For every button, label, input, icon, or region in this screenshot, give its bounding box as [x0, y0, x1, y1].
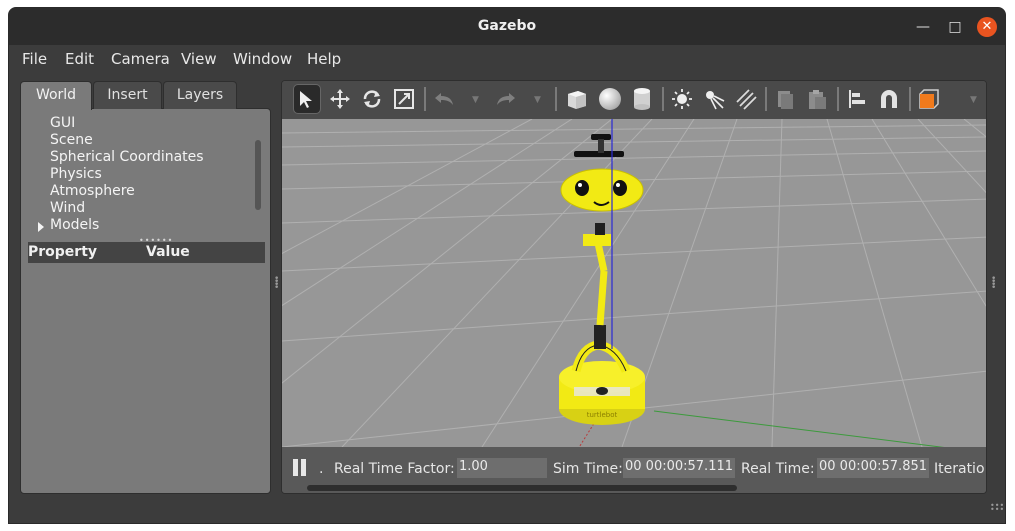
tree-scrollbar[interactable] [255, 140, 261, 210]
resize-grip-icon[interactable]: ••• ••• [990, 502, 1004, 514]
menu-edit[interactable]: Edit [65, 50, 94, 68]
pause-icon[interactable] [293, 459, 307, 476]
translate-icon[interactable] [326, 84, 354, 114]
window-title: Gazebo [477, 18, 537, 34]
left-panel: GUI Scene Spherical Coordinates Physics … [20, 80, 271, 494]
property-column-header: Property [28, 244, 98, 260]
expand-arrow-icon[interactable] [38, 222, 44, 232]
menu-file[interactable]: File [22, 50, 47, 68]
title-bar[interactable]: Gazebo — □ ✕ [9, 8, 1005, 45]
spot-light-icon[interactable] [700, 84, 728, 114]
close-button[interactable]: ✕ [977, 17, 997, 37]
menu-window[interactable]: Window [233, 50, 292, 68]
align-icon[interactable] [843, 84, 871, 114]
iterations-label: Iteratio [934, 461, 985, 477]
real-time-value: 00 00:00:57.851 [817, 458, 929, 478]
real-time-factor-label: Real Time Factor: [334, 461, 455, 477]
undo-dropdown-icon[interactable]: ▼ [472, 95, 479, 105]
minimize-button[interactable]: — [913, 17, 933, 37]
copy-icon[interactable] [771, 84, 799, 114]
menu-view[interactable]: View [181, 50, 217, 68]
sim-time-value: 00 00:00:57.111 [623, 458, 735, 478]
view-angle-dropdown-icon[interactable]: ▼ [970, 95, 977, 105]
scene-render: turtlebot [282, 119, 986, 447]
toolbar-separator [837, 87, 839, 111]
snap-icon[interactable] [875, 84, 903, 114]
3d-viewport[interactable]: turtlebot [282, 119, 986, 447]
sphere-icon[interactable] [596, 84, 624, 114]
tab-layers[interactable]: Layers [163, 81, 237, 109]
tab-insert[interactable]: Insert [93, 81, 162, 109]
world-tab-body: GUI Scene Spherical Coordinates Physics … [20, 108, 271, 494]
menu-help[interactable]: Help [307, 50, 341, 68]
real-time-label: Real Time: [741, 461, 815, 477]
step-dot: . [319, 461, 324, 477]
redo-icon[interactable] [492, 84, 520, 114]
point-light-icon[interactable] [668, 84, 696, 114]
toolbar-separator [424, 87, 426, 111]
rotate-icon[interactable] [358, 84, 386, 114]
toolbar-separator [555, 87, 557, 111]
left-splitter-grip[interactable]: • • • • [274, 275, 279, 293]
toolbar-separator [909, 87, 911, 111]
select-arrow-icon[interactable] [293, 84, 321, 114]
tree-item-models[interactable]: Models [50, 217, 99, 233]
value-column-header: Value [146, 244, 190, 260]
tree-item-physics[interactable]: Physics [50, 166, 102, 182]
tree-item-wind[interactable]: Wind [50, 200, 85, 216]
toolbar-separator [765, 87, 767, 111]
toolbar: ▼ ▼ ▼ [282, 81, 986, 119]
cylinder-icon[interactable] [628, 84, 656, 114]
maximize-button[interactable]: □ [945, 17, 965, 37]
tab-world[interactable]: World [20, 81, 92, 110]
gazebo-window: Gazebo — □ ✕ File Edit Camera View Windo… [8, 7, 1006, 524]
scale-icon[interactable] [390, 84, 418, 114]
status-bar: . Real Time Factor: 1.00 Sim Time: 00 00… [282, 447, 986, 493]
toolbar-separator [662, 87, 664, 111]
box-icon[interactable] [563, 84, 591, 114]
property-header: Property Value [28, 242, 265, 263]
status-scrollbar[interactable] [307, 485, 737, 491]
paste-icon[interactable] [803, 84, 831, 114]
tree-item-scene[interactable]: Scene [50, 132, 93, 148]
scene-panel: ▼ ▼ ▼ turtlebot . Real Time Factor: 1.00… [281, 80, 987, 494]
redo-dropdown-icon[interactable]: ▼ [534, 95, 541, 105]
tree-item-gui[interactable]: GUI [50, 115, 75, 131]
sim-time-label: Sim Time: [553, 461, 623, 477]
undo-icon[interactable] [430, 84, 458, 114]
real-time-factor-value: 1.00 [457, 458, 547, 478]
menu-bar: File Edit Camera View Window Help [9, 45, 1005, 73]
tree-item-spherical-coordinates[interactable]: Spherical Coordinates [50, 149, 204, 165]
view-angle-icon[interactable] [915, 84, 943, 114]
right-splitter-grip[interactable]: • • • • [991, 275, 996, 293]
svg-text:turtlebot: turtlebot [587, 411, 618, 419]
directional-light-icon[interactable] [732, 84, 760, 114]
tree-item-atmosphere[interactable]: Atmosphere [50, 183, 135, 199]
menu-camera[interactable]: Camera [111, 50, 170, 68]
